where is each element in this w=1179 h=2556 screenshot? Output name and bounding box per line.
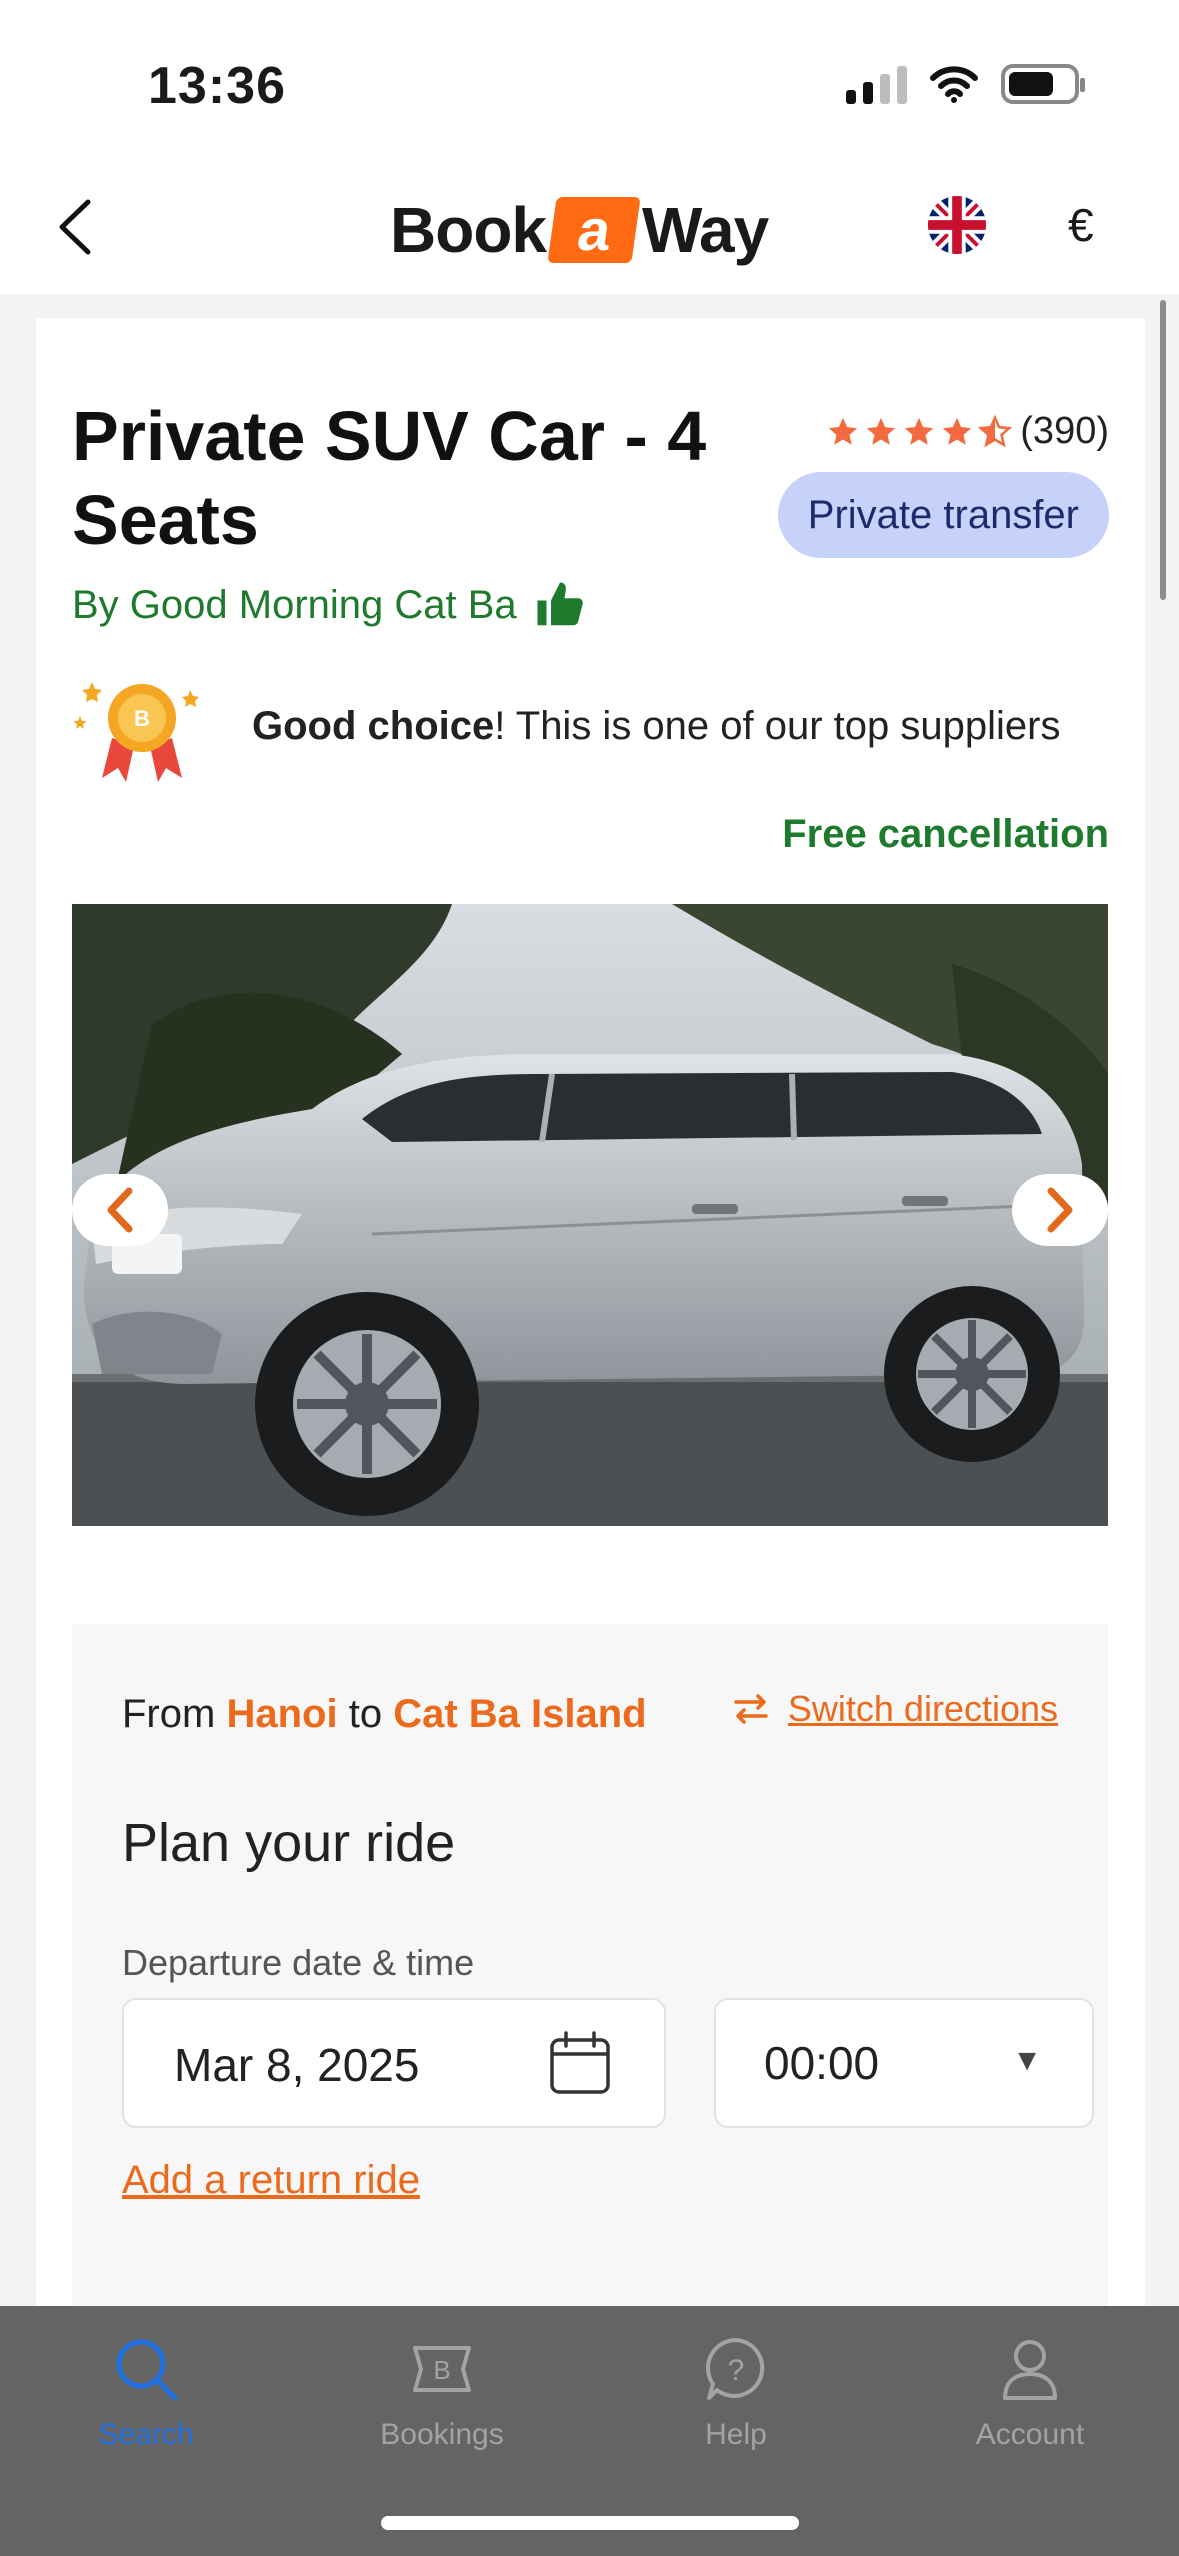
status-icons [846, 64, 1085, 104]
destination-city: Cat Ba Island [393, 1692, 647, 1736]
departure-date-value: Mar 8, 2025 [174, 2039, 420, 2091]
good-choice-text: Good choice! This is one of our top supp… [252, 704, 1060, 749]
carousel-prev-button[interactable] [72, 1174, 168, 1246]
departure-time-select[interactable]: 00:00 ▼ [714, 1998, 1094, 2128]
good-choice-bold: Good choice [252, 704, 495, 748]
rating: (390) [826, 410, 1109, 453]
add-return-ride-link[interactable]: Add a return ride [122, 2158, 420, 2203]
route-summary: From Hanoi to Cat Ba Island [122, 1692, 647, 1737]
star-icon [905, 417, 934, 445]
cellular-signal-icon [846, 64, 907, 104]
tab-help[interactable]: ? Help [626, 2334, 846, 2484]
departure-date-field[interactable]: Mar 8, 2025 [122, 1998, 666, 2128]
app-header: Book a Way € [0, 170, 1179, 294]
star-icon [867, 417, 896, 445]
half-star-icon [978, 414, 1013, 447]
thumbs-up-icon [537, 582, 583, 626]
carousel-next-button[interactable] [1012, 1174, 1108, 1246]
search-icon [116, 2339, 178, 2401]
swap-arrows-icon [734, 1694, 768, 1724]
tab-label-search: Search [98, 2418, 194, 2451]
tab-bookings[interactable]: B Bookings [332, 2334, 552, 2484]
tab-label-help: Help [705, 2418, 767, 2451]
status-time: 13:36 [148, 57, 286, 115]
transfer-type-badge: Private transfer [777, 472, 1109, 558]
battery-icon [1001, 64, 1085, 104]
dropdown-caret-icon: ▼ [1012, 2044, 1042, 2077]
svg-text:B: B [134, 706, 150, 731]
svg-text:B: B [433, 2355, 450, 2385]
uk-flag-icon[interactable] [928, 196, 986, 254]
departure-time-value: 00:00 [764, 2037, 880, 2089]
switch-directions-link[interactable]: Switch directions [732, 1688, 1058, 1730]
free-cancellation-label: Free cancellation [782, 812, 1109, 856]
award-medal-icon: B [73, 682, 199, 782]
listing-card: Private SUV Car - 4 Seats (390) Private … [36, 318, 1145, 2556]
account-user-icon [1003, 2340, 1057, 2400]
vehicle-photo-carousel[interactable] [72, 904, 1108, 1526]
bookaway-logo[interactable]: Book a Way [390, 190, 769, 270]
switch-directions-label: Switch directions [787, 1688, 1058, 1729]
star-icon [829, 417, 858, 445]
chevron-left-icon [107, 1187, 133, 1233]
rating-stars [826, 414, 1013, 449]
back-icon[interactable] [46, 192, 116, 262]
tab-label-bookings: Bookings [380, 2418, 504, 2451]
logo-a-mark: a [547, 197, 641, 263]
good-choice-rest: ! This is one of our top suppliers [494, 704, 1061, 748]
good-choice-banner: B Good choice! This is one of our top su… [72, 668, 1112, 788]
plan-ride-heading: Plan your ride [122, 1813, 456, 1873]
currency-selector[interactable]: € [1068, 198, 1094, 252]
tab-label-account: Account [975, 2418, 1085, 2451]
departure-label: Departure date & time [122, 1942, 475, 1983]
tab-account[interactable]: Account [920, 2334, 1140, 2484]
supplier-line: By Good Morning Cat Ba [72, 578, 587, 632]
logo-text-book: Book [390, 194, 547, 266]
wifi-icon [930, 66, 978, 103]
status-bar: 13:36 [0, 0, 1179, 170]
svg-text:?: ? [728, 2354, 745, 2387]
logo-text-way: Way [642, 194, 769, 266]
bookings-ticket-icon: B [413, 2346, 471, 2392]
tab-search[interactable]: Search [36, 2334, 256, 2484]
chevron-right-icon [1047, 1187, 1073, 1233]
supplier-name[interactable]: By Good Morning Cat Ba [72, 583, 517, 628]
star-icon [943, 417, 972, 445]
listing-title: Private SUV Car - 4 Seats [72, 397, 707, 559]
to-word: to [348, 1692, 383, 1736]
calendar-icon [550, 2031, 610, 2094]
scrollbar[interactable] [1160, 300, 1166, 600]
origin-city: Hanoi [226, 1692, 338, 1736]
from-word: From [122, 1692, 216, 1736]
rating-count[interactable]: (390) [1020, 410, 1109, 453]
help-icon: ? [705, 2338, 765, 2400]
home-indicator[interactable] [381, 2516, 799, 2530]
vehicle-photo [72, 904, 1108, 1526]
